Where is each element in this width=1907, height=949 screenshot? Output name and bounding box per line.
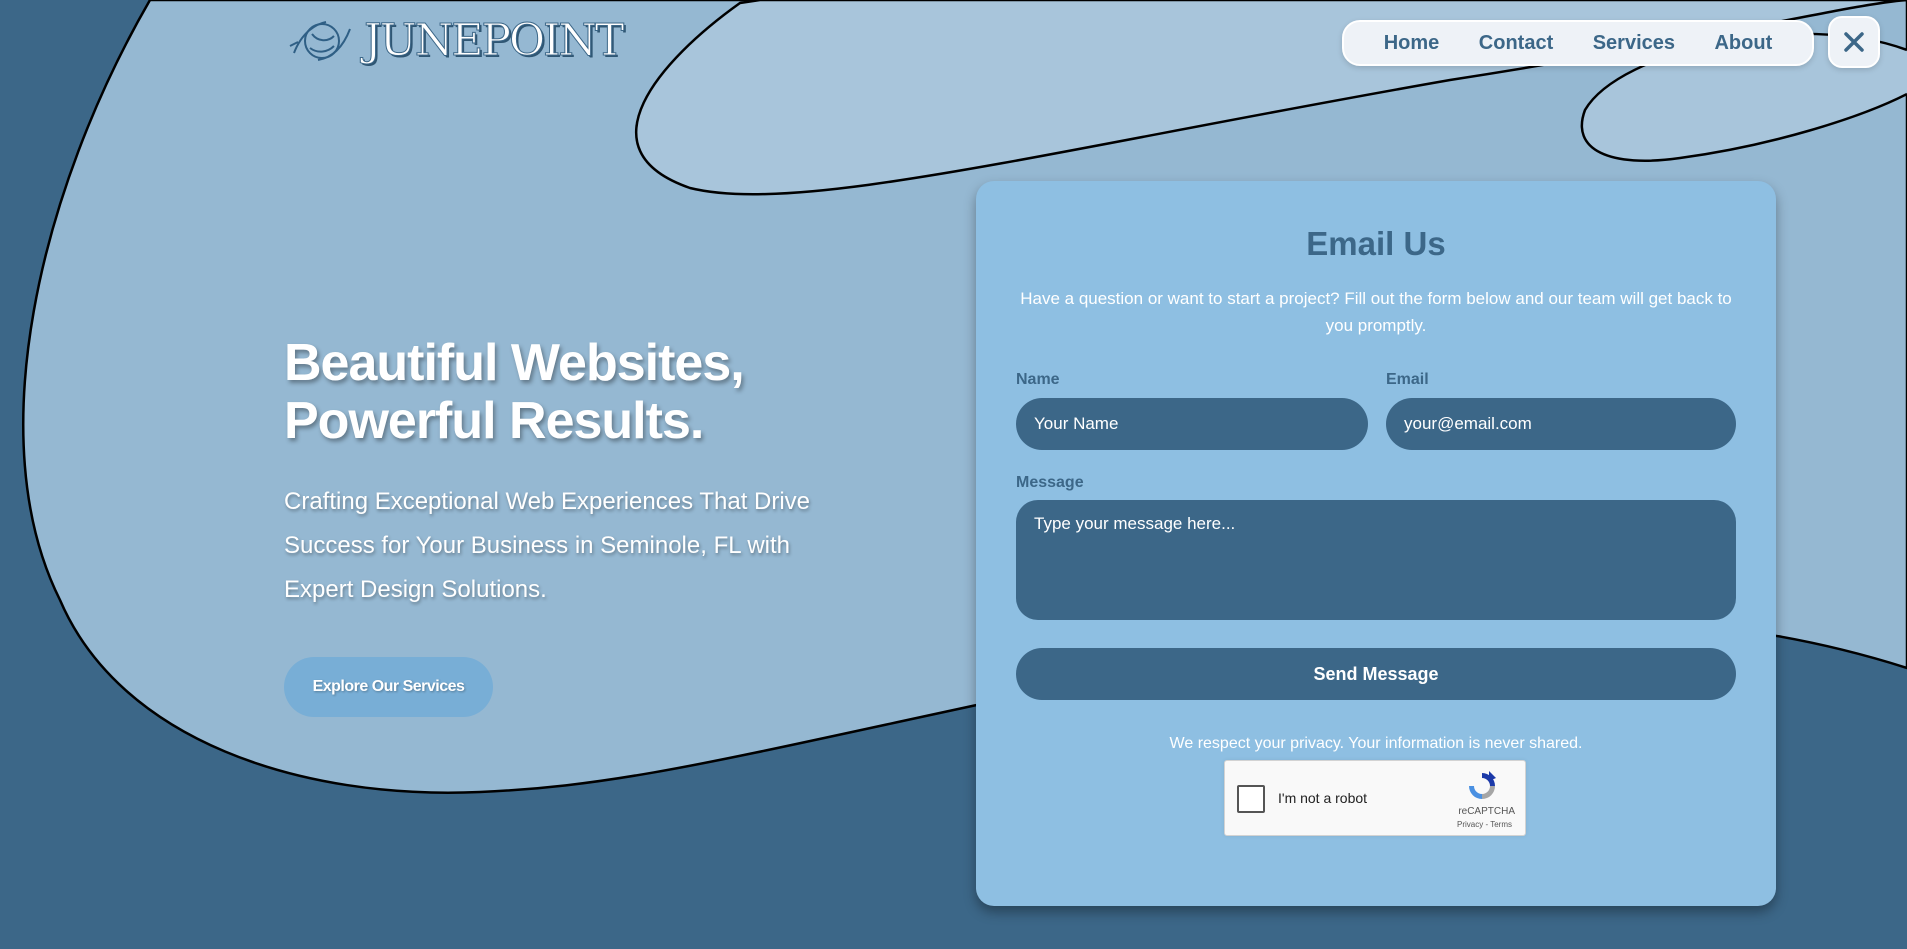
nav-services[interactable]: Services bbox=[1593, 32, 1675, 55]
email-label: Email bbox=[1386, 371, 1429, 388]
contact-form-card: Email Us Have a question or want to star… bbox=[976, 181, 1776, 906]
logo-text: JUNEPOINT bbox=[363, 15, 624, 66]
site-logo[interactable]: JUNEPOINT bbox=[282, 12, 625, 70]
name-label: Name bbox=[1016, 371, 1060, 388]
hero-title-line-1: Beautiful Websites, bbox=[284, 334, 745, 392]
hero-title: Beautiful Websites, Powerful Results. bbox=[284, 334, 745, 450]
close-icon bbox=[1844, 32, 1864, 52]
hero-title-line-2: Powerful Results. bbox=[284, 392, 704, 450]
nav-home[interactable]: Home bbox=[1384, 32, 1440, 55]
email-input[interactable] bbox=[1386, 398, 1736, 450]
message-textarea[interactable] bbox=[1016, 500, 1736, 620]
recaptcha-widget: I'm not a robot reCAPTCHA Privacy - Term… bbox=[1224, 760, 1526, 836]
message-label: Message bbox=[1016, 474, 1084, 491]
recaptcha-label: I'm not a robot bbox=[1278, 790, 1368, 806]
form-description: Have a question or want to start a proje… bbox=[1020, 289, 1732, 335]
compass-globe-icon bbox=[289, 21, 351, 61]
name-input[interactable] bbox=[1016, 398, 1368, 450]
form-title: Email Us bbox=[1306, 225, 1446, 262]
recaptcha-icon bbox=[1469, 771, 1496, 799]
privacy-note: We respect your privacy. Your informatio… bbox=[1169, 735, 1583, 752]
send-message-button[interactable]: Send Message bbox=[1016, 648, 1736, 700]
recaptcha-brand: reCAPTCHA bbox=[1458, 806, 1515, 817]
recaptcha-links[interactable]: Privacy - Terms bbox=[1457, 820, 1512, 829]
nav-contact[interactable]: Contact bbox=[1479, 32, 1553, 55]
nav-about[interactable]: About bbox=[1714, 32, 1772, 55]
recaptcha-checkbox[interactable] bbox=[1237, 785, 1265, 813]
explore-services-button[interactable]: Explore Our Services bbox=[284, 657, 493, 717]
main-nav: Home Contact Services About bbox=[1342, 20, 1814, 66]
hero-subtitle: Crafting Exceptional Web Experiences Tha… bbox=[284, 488, 811, 603]
close-menu-button[interactable] bbox=[1828, 16, 1880, 68]
